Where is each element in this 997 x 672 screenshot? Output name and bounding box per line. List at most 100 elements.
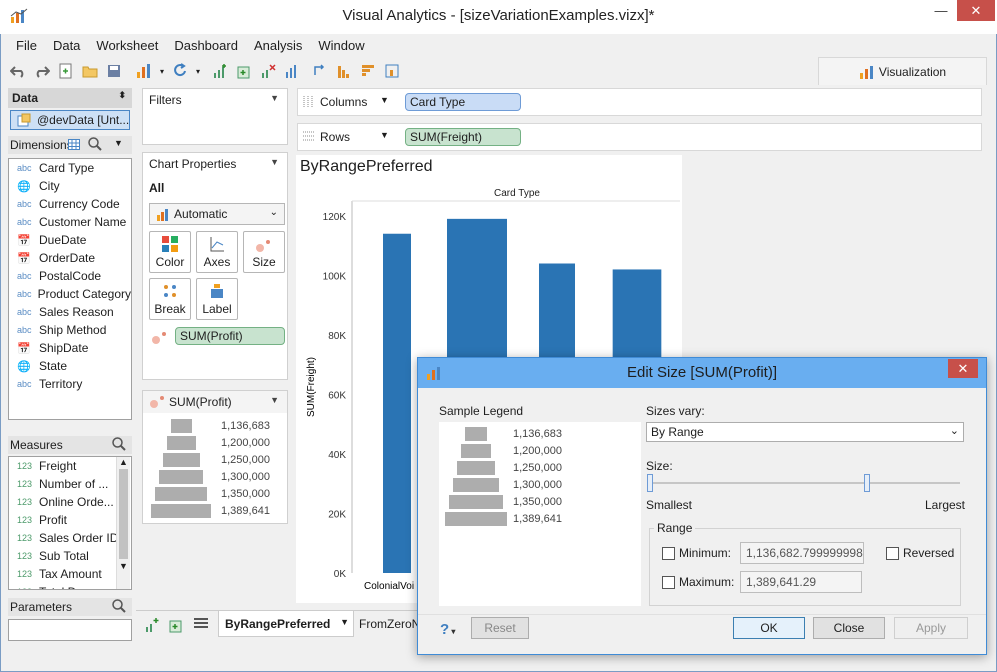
scroll-up-icon[interactable]: ▲ — [117, 457, 130, 467]
search-icon[interactable] — [112, 437, 126, 454]
minimum-checkbox[interactable] — [662, 547, 675, 561]
table-view-icon[interactable] — [68, 139, 80, 153]
size-slider-min-thumb[interactable] — [647, 474, 653, 492]
measure-item[interactable]: 123 Online Orde... — [9, 493, 131, 511]
search-icon[interactable] — [88, 137, 102, 154]
swap-icon[interactable] — [310, 61, 330, 81]
measures-scrollbar[interactable]: ▲ ▼ — [116, 457, 130, 589]
sort-descending-icon[interactable] — [358, 61, 378, 81]
measure-name: Sub Total — [39, 549, 89, 563]
size-legend-menu-arrow-icon[interactable]: ▼ — [270, 395, 279, 405]
menu-worksheet[interactable]: Worksheet — [88, 36, 166, 56]
color-button[interactable]: Color — [149, 231, 191, 273]
measure-item[interactable]: 123 Tax Amount — [9, 565, 131, 583]
menu-window[interactable]: Window — [310, 36, 372, 56]
new-sheet-icon[interactable] — [210, 61, 230, 81]
columns-pill[interactable]: Card Type — [405, 93, 521, 111]
scroll-thumb[interactable] — [119, 469, 128, 559]
show-me-icon[interactable] — [282, 61, 302, 81]
dimension-item[interactable]: 📅 ShipDate — [9, 339, 131, 357]
dimension-item[interactable]: 🌐 State — [9, 357, 131, 375]
dropdown-arrow-icon[interactable]: ▾ — [194, 61, 202, 81]
mark-type-select[interactable]: Automatic ⌄ — [149, 203, 285, 225]
minimum-checkbox-row[interactable]: Minimum: — [662, 546, 731, 561]
measure-item[interactable]: 123 Freight — [9, 457, 131, 475]
size-slider-max-thumb[interactable] — [864, 474, 870, 492]
measure-item[interactable]: 123 Sales Order ID — [9, 529, 131, 547]
tab-all[interactable]: All — [149, 181, 164, 195]
dimension-item[interactable]: abc Customer Name — [9, 213, 131, 231]
rows-pill[interactable]: SUM(Freight) — [405, 128, 521, 146]
search-icon[interactable] — [112, 599, 126, 616]
size-pill[interactable]: SUM(Profit) — [175, 327, 285, 345]
filters-menu-arrow-icon[interactable]: ▼ — [270, 93, 279, 103]
reversed-checkbox-row[interactable]: Reversed — [886, 546, 954, 561]
dimension-item[interactable]: abc PostalCode — [9, 267, 131, 285]
save-icon[interactable] — [104, 61, 124, 81]
apply-button[interactable]: Apply — [894, 617, 968, 639]
dimensions-menu-arrow-icon[interactable]: ▼ — [114, 138, 123, 148]
reset-button[interactable]: Reset — [471, 617, 529, 639]
dimension-item[interactable]: abc Currency Code — [9, 195, 131, 213]
measure-item[interactable]: 123 Sub Total — [9, 547, 131, 565]
open-folder-icon[interactable] — [80, 61, 100, 81]
menu-data[interactable]: Data — [45, 36, 88, 56]
dropdown-arrow-icon[interactable]: ▾ — [158, 61, 166, 81]
measure-item[interactable]: 123 Number of ... — [9, 475, 131, 493]
minimum-input[interactable]: 1,136,682.799999998 — [740, 542, 864, 564]
label-button[interactable]: Label — [196, 278, 238, 320]
axes-button[interactable]: Axes — [196, 231, 238, 273]
chart-properties-menu-arrow-icon[interactable]: ▼ — [270, 157, 279, 167]
menu-analysis[interactable]: Analysis — [246, 36, 310, 56]
tab-visualization[interactable]: Visualization — [818, 57, 987, 85]
maximum-input[interactable]: 1,389,641.29 — [740, 571, 862, 593]
break-button[interactable]: Break — [149, 278, 191, 320]
dimension-item[interactable]: abc Card Type — [9, 159, 131, 177]
redo-icon[interactable] — [32, 61, 52, 81]
new-file-icon[interactable] — [56, 61, 76, 81]
measure-item[interactable]: 123Total Due — [9, 583, 131, 589]
tab-fromzerono[interactable]: FromZeroNo — [356, 611, 426, 637]
close-window-button[interactable]: ✕ — [957, 0, 995, 21]
dimension-item[interactable]: abc Product Category — [9, 285, 131, 303]
menu-dashboard[interactable]: Dashboard — [166, 36, 246, 56]
new-sheet-icon[interactable] — [144, 617, 160, 636]
dimension-item[interactable]: abc Ship Method — [9, 321, 131, 339]
new-dashboard-icon[interactable] — [168, 617, 184, 636]
dimension-item[interactable]: 🌐 City — [9, 177, 131, 195]
rows-menu-arrow-icon[interactable]: ▼ — [380, 130, 389, 140]
duplicate-sheet-icon[interactable] — [234, 61, 254, 81]
measure-item[interactable]: 123 Profit — [9, 511, 131, 529]
dimension-item[interactable]: abc Territory — [9, 375, 131, 393]
clear-sheet-icon[interactable] — [258, 61, 278, 81]
menu-file[interactable]: File — [8, 36, 45, 56]
size-slider-track[interactable] — [650, 482, 960, 484]
help-icon[interactable]: ? ▾ — [440, 621, 455, 638]
fit-icon[interactable] — [382, 61, 402, 81]
undo-icon[interactable] — [8, 61, 28, 81]
scroll-down-icon[interactable]: ▼ — [117, 561, 130, 571]
dimension-item[interactable]: 📅 DueDate — [9, 231, 131, 249]
dimension-item[interactable]: 📅 OrderDate — [9, 249, 131, 267]
refresh-icon[interactable] — [170, 61, 190, 81]
sort-ascending-icon[interactable] — [334, 61, 354, 81]
datasource-item[interactable]: @devData [Unt... — [10, 110, 130, 130]
dialog-close-button[interactable]: ✕ — [948, 359, 978, 378]
maximum-checkbox-row[interactable]: Maximum: — [662, 575, 734, 590]
y-tick-label: 120K — [323, 212, 347, 223]
size-button[interactable]: Size — [243, 231, 285, 273]
columns-menu-arrow-icon[interactable]: ▼ — [380, 95, 389, 105]
dimension-item[interactable]: abc Sales Reason — [9, 303, 131, 321]
maximum-checkbox[interactable] — [662, 576, 675, 590]
sheet-list-icon[interactable] — [194, 617, 208, 632]
dimension-name: Sales Reason — [39, 305, 114, 319]
reversed-checkbox[interactable] — [886, 547, 899, 561]
ok-button[interactable]: OK — [733, 617, 805, 639]
new-worksheet-icon[interactable] — [134, 61, 154, 81]
tab-menu-arrow-icon[interactable]: ▼ — [340, 617, 349, 627]
sort-updown-icon[interactable]: ⬍ — [118, 90, 126, 101]
tab-byrangepreferred[interactable]: ByRangePreferred ▼ — [218, 611, 354, 637]
bar[interactable] — [383, 233, 411, 573]
close-button[interactable]: Close — [813, 617, 885, 639]
sizes-vary-select[interactable]: By Range ⌄ — [646, 422, 964, 442]
